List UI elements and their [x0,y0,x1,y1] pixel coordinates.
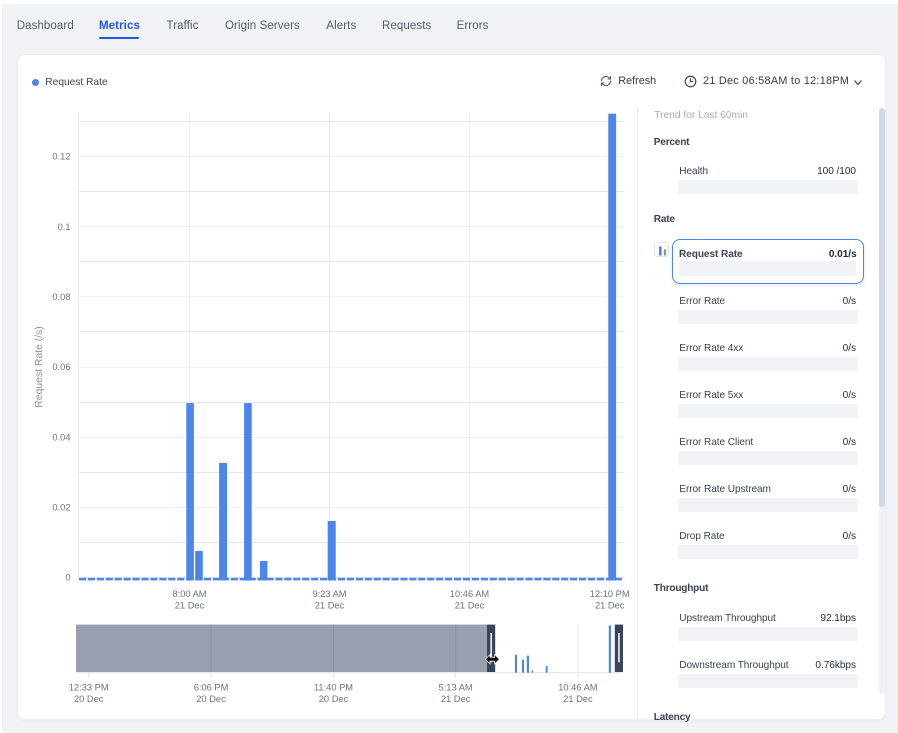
svg-text:6:06 PM: 6:06 PM [194,683,229,693]
svg-text:20 Dec: 20 Dec [319,694,349,704]
svg-text:21 Dec: 21 Dec [595,601,625,611]
svg-text:10:46 AM: 10:46 AM [450,589,489,599]
svg-text:20 Dec: 20 Dec [196,694,226,704]
svg-text:0.06: 0.06 [52,362,70,372]
svg-text:0.12: 0.12 [52,152,70,162]
svg-text:9:23 AM: 9:23 AM [312,589,346,599]
svg-text:0.1: 0.1 [58,222,71,232]
svg-text:12:10 PM: 12:10 PM [590,589,630,599]
svg-text:21 Dec: 21 Dec [455,601,485,611]
svg-text:21 Dec: 21 Dec [175,601,205,611]
svg-text:12:33 PM: 12:33 PM [69,683,109,693]
svg-text:21 Dec: 21 Dec [441,694,471,704]
svg-text:0.08: 0.08 [52,292,70,302]
svg-text:0.04: 0.04 [52,432,70,442]
svg-text:0.02: 0.02 [52,503,70,513]
svg-text:21 Dec: 21 Dec [315,601,345,611]
svg-text:11:40 PM: 11:40 PM [314,683,353,693]
svg-text:8:00 AM: 8:00 AM [172,589,206,599]
svg-text:Request Rate (/s): Request Rate (/s) [34,326,45,407]
svg-text:21 Dec: 21 Dec [563,694,593,704]
svg-text:5:13 AM: 5:13 AM [439,683,473,693]
svg-text:0: 0 [65,573,70,583]
svg-text:10:46 AM: 10:46 AM [558,683,597,693]
svg-text:20 Dec: 20 Dec [74,694,104,704]
